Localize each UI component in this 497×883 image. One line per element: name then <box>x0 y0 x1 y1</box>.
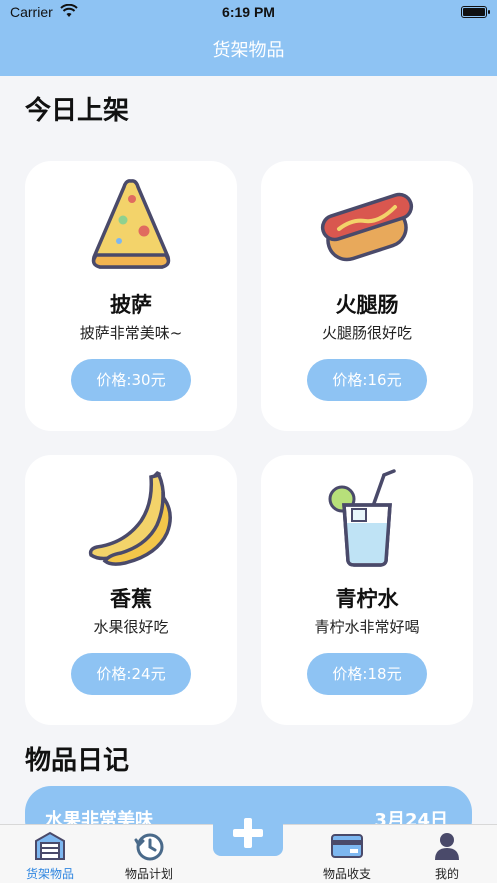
clock-history-icon <box>104 831 194 863</box>
tab-income-expense[interactable]: 物品收支 <box>302 825 392 883</box>
tab-label: 我的 <box>434 867 459 881</box>
tab-label: 物品收支 <box>322 867 371 881</box>
tab-mine[interactable]: 我的 <box>402 825 492 883</box>
item-card-lime-water[interactable]: 青柠水 青柠水非常好喝 价格:18元 <box>261 455 473 725</box>
banana-icon <box>25 469 237 569</box>
nav-bar: 货架物品 <box>0 26 497 76</box>
person-icon <box>402 831 492 861</box>
tab-label: 物品计划 <box>124 867 173 881</box>
item-description: 青柠水非常好喝 <box>314 618 420 636</box>
battery-icon <box>461 6 490 18</box>
page-title: 货架物品 <box>212 40 285 61</box>
tab-shelf-items[interactable]: 货架物品 <box>5 825 95 883</box>
item-name: 火腿肠 <box>335 293 399 317</box>
plus-icon <box>233 818 263 848</box>
item-name: 披萨 <box>110 293 152 317</box>
wallet-card-icon <box>302 831 392 861</box>
hotdog-icon <box>261 175 473 275</box>
price-button[interactable]: 价格:16元 <box>307 359 427 401</box>
item-card-banana[interactable]: 香蕉 水果很好吃 价格:24元 <box>25 455 237 725</box>
shelf-icon <box>5 831 95 861</box>
item-name: 青柠水 <box>335 587 399 611</box>
diary-section-title: 物品日记 <box>25 746 130 776</box>
item-card-pizza[interactable]: 披萨 披萨非常美味~ 价格:30元 <box>25 161 237 431</box>
price-button[interactable]: 价格:30元 <box>71 359 191 401</box>
clock-time: 6:19 PM <box>222 4 275 20</box>
item-description: 火腿肠很好吃 <box>321 324 412 342</box>
today-section-title: 今日上架 <box>25 96 130 126</box>
item-card-hotdog[interactable]: 火腿肠 火腿肠很好吃 价格:16元 <box>261 161 473 431</box>
status-bar: Carrier 6:19 PM <box>0 0 497 26</box>
price-button[interactable]: 价格:18元 <box>307 653 427 695</box>
lime-drink-icon <box>261 469 473 569</box>
item-description: 水果很好吃 <box>93 618 169 636</box>
pizza-icon <box>25 175 237 275</box>
tab-label: 货架物品 <box>25 867 74 881</box>
tab-item-plan[interactable]: 物品计划 <box>104 825 194 883</box>
item-name: 香蕉 <box>110 587 152 611</box>
add-button[interactable] <box>213 810 283 856</box>
item-description: 披萨非常美味~ <box>79 324 183 342</box>
price-button[interactable]: 价格:24元 <box>71 653 191 695</box>
